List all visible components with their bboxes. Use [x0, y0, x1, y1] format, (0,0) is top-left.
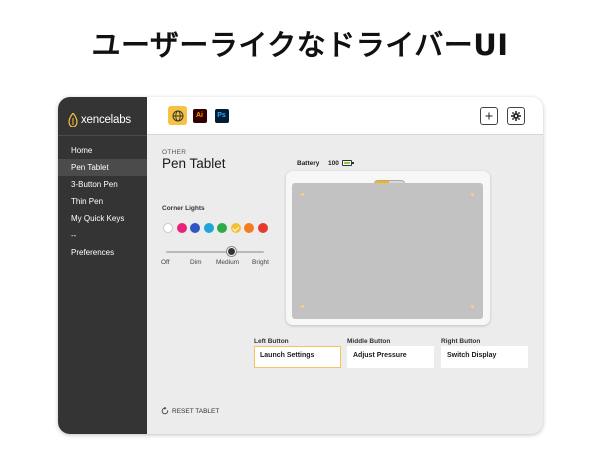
tab-photoshop[interactable]: Ps — [212, 106, 231, 125]
page-title: Pen Tablet — [162, 156, 226, 171]
tab-illustrator[interactable]: Ai — [190, 106, 209, 125]
middle-button-label: Middle Button — [347, 338, 391, 345]
right-button-action[interactable]: Switch Display — [441, 346, 528, 368]
xencelabs-logo-icon — [68, 113, 78, 127]
corner-light-color-picker — [163, 223, 271, 233]
settings-button[interactable] — [507, 107, 525, 125]
corner-light-color-swatch[interactable] — [190, 223, 200, 233]
plus-icon — [485, 112, 493, 120]
left-button-action[interactable]: Launch Settings — [254, 346, 341, 368]
reset-tablet-button[interactable]: RESET TABLET — [161, 407, 219, 415]
sidebar-item-preferences[interactable]: Preferences — [58, 244, 147, 261]
sidebar: xencelabs Home Pen Tablet 3-Button Pen T… — [58, 97, 147, 434]
top-toolbar: Ai Ps — [147, 97, 543, 135]
page-headline: ユーザーライクなドライバーUI — [91, 28, 509, 62]
middle-button-action[interactable]: Adjust Pressure — [347, 346, 434, 368]
battery-label: Battery — [297, 160, 320, 167]
brightness-off-label: Off — [161, 259, 170, 266]
corner-light-color-swatch[interactable] — [244, 223, 254, 233]
corner-light-top-right — [471, 193, 474, 196]
corner-light-color-swatch[interactable] — [163, 223, 173, 233]
reset-icon — [161, 407, 169, 415]
gear-icon — [511, 111, 521, 121]
category-label: OTHER — [162, 149, 187, 156]
tablet-active-area — [292, 183, 483, 319]
corner-light-bottom-right — [471, 305, 474, 308]
photoshop-icon: Ps — [214, 108, 229, 123]
brightness-bright-label: Bright — [252, 259, 269, 266]
brightness-slider-thumb[interactable] — [226, 247, 236, 256]
sidebar-item-home[interactable]: Home — [58, 142, 147, 159]
right-button-label: Right Button — [441, 338, 481, 345]
battery-icon — [342, 160, 352, 166]
brightness-dim-label: Dim — [190, 259, 202, 266]
reset-tablet-label: RESET TABLET — [172, 407, 220, 415]
logo-text: xencelabs — [81, 114, 131, 126]
corner-light-color-swatch[interactable] — [230, 223, 241, 233]
battery-level-fill — [344, 162, 350, 164]
left-button-label: Left Button — [254, 338, 289, 345]
corner-lights-label: Corner Lights — [162, 205, 205, 212]
corner-light-color-swatch[interactable] — [176, 223, 187, 233]
tab-all-apps[interactable] — [168, 106, 187, 125]
battery-value: 100 — [328, 160, 339, 167]
brightness-slider-track[interactable] — [166, 251, 264, 253]
sidebar-item-my-quick-keys[interactable]: My Quick Keys — [58, 210, 147, 227]
sidebar-item-thin-pen[interactable]: Thin Pen — [58, 193, 147, 210]
corner-light-bottom-left — [301, 305, 304, 308]
tablet-preview — [286, 171, 490, 325]
sidebar-nav: Home Pen Tablet 3-Button Pen Thin Pen My… — [58, 142, 147, 261]
add-app-button[interactable] — [480, 107, 498, 125]
brightness-medium-label: Medium — [216, 259, 240, 266]
battery-terminal — [352, 162, 354, 164]
sidebar-separator: -- — [71, 231, 77, 240]
sidebar-item-pen-tablet[interactable]: Pen Tablet — [58, 159, 147, 176]
illustrator-icon: Ai — [192, 108, 207, 123]
corner-light-top-left — [301, 193, 304, 196]
driver-app-window: xencelabs Home Pen Tablet 3-Button Pen T… — [58, 97, 543, 434]
corner-light-color-swatch[interactable] — [217, 223, 227, 233]
globe-icon — [172, 110, 183, 121]
sidebar-item-3-button-pen[interactable]: 3-Button Pen — [58, 176, 147, 193]
main-content: OTHER Pen Tablet Battery 100 Corner Ligh… — [147, 135, 543, 434]
corner-light-color-swatch[interactable] — [203, 223, 214, 233]
app-logo: xencelabs — [68, 110, 131, 130]
corner-light-color-swatch[interactable] — [257, 223, 268, 233]
sidebar-divider — [58, 135, 147, 136]
